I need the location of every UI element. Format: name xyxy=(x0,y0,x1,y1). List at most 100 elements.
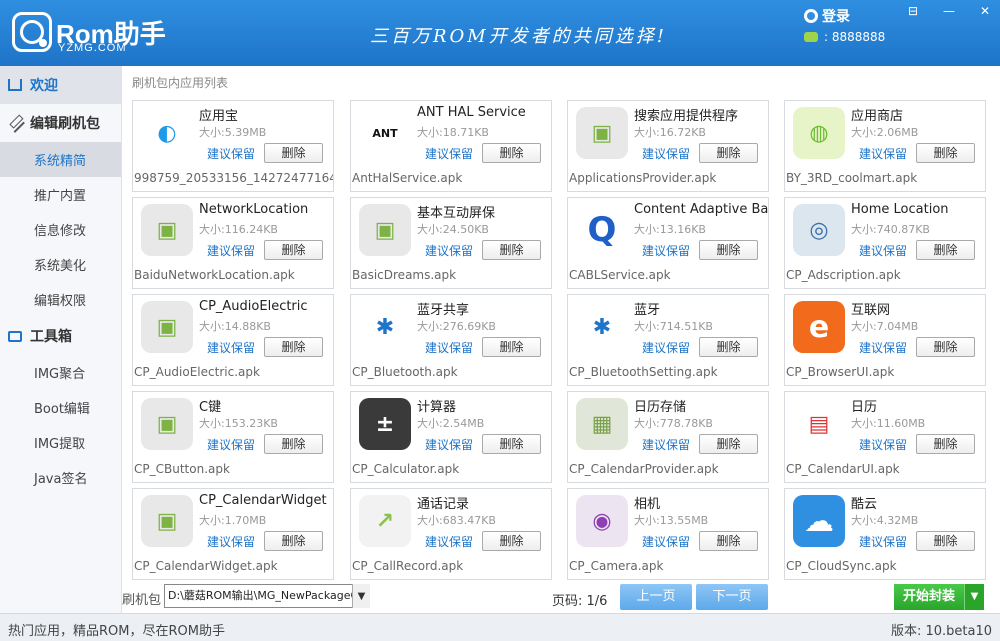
bluetooth-icon: ✱ xyxy=(359,301,411,353)
delete-button[interactable]: 删除 xyxy=(264,240,323,260)
minimize-icon[interactable]: — xyxy=(942,4,956,18)
app-name: 搜索应用提供程序 xyxy=(634,109,739,124)
app-name: CP_CalendarWidget xyxy=(199,493,327,508)
keep-suggestion-link[interactable]: 建议保留 xyxy=(207,242,255,259)
app-filename: BasicDreams.apk xyxy=(352,268,457,282)
keep-suggestion-link[interactable]: 建议保留 xyxy=(425,339,473,356)
delete-button[interactable]: 删除 xyxy=(482,434,541,454)
app-name: 相机 xyxy=(634,497,661,512)
keep-suggestion-link[interactable]: 建议保留 xyxy=(425,242,473,259)
nav-edit-group-label: 编辑刷机包 xyxy=(30,116,100,132)
delete-button[interactable]: 删除 xyxy=(699,143,758,163)
delete-button[interactable]: 删除 xyxy=(699,531,758,551)
keep-suggestion-link[interactable]: 建议保留 xyxy=(859,145,907,162)
window-controls: ⊟ — ✕ xyxy=(906,4,992,18)
keep-suggestion-link[interactable]: 建议保留 xyxy=(207,436,255,453)
skin-icon[interactable]: ⊟ xyxy=(906,4,920,18)
next-page-button[interactable]: 下一页 xyxy=(696,584,768,610)
sidebar-item-img-merge[interactable]: IMG聚合 xyxy=(0,355,121,390)
app-size: 大小:24.50KB xyxy=(417,223,489,236)
keep-suggestion-link[interactable]: 建议保留 xyxy=(425,533,473,550)
toolbox-icon xyxy=(8,330,22,342)
login-link[interactable]: 登录 xyxy=(804,6,850,26)
calculator-icon: ± xyxy=(359,398,411,450)
nav-welcome[interactable]: 欢迎 xyxy=(0,66,121,104)
keep-suggestion-link[interactable]: 建议保留 xyxy=(642,339,690,356)
status-bar: 热门应用，精品ROM，尽在ROM助手 版本: 10.beta10 xyxy=(0,613,1000,641)
start-package-button[interactable]: 开始封装 xyxy=(894,584,964,610)
app-card: Q Content Adaptive Backlight 大小:13.16KB 建议保… xyxy=(567,197,769,289)
delete-button[interactable]: 删除 xyxy=(916,143,975,163)
sidebar-item-img-extract[interactable]: IMG提取 xyxy=(0,425,121,460)
sidebar-item-info-edit[interactable]: 信息修改 xyxy=(0,212,121,247)
status-message: 热门应用，精品ROM，尽在ROM助手 xyxy=(8,624,225,639)
call-record-icon: ↗ xyxy=(359,495,411,547)
close-icon[interactable]: ✕ xyxy=(978,4,992,18)
delete-button[interactable]: 删除 xyxy=(916,531,975,551)
app-size: 大小:778.78KB xyxy=(634,417,713,430)
calendar-grid-icon: ▦ xyxy=(576,398,628,450)
app-size: 大小:2.06MB xyxy=(851,126,919,139)
app-name: 日历 xyxy=(851,400,878,415)
app-card: ANT ANT HAL Service 大小:18.71KB 建议保留 删除 AntHal… xyxy=(350,100,552,192)
start-dropdown-icon[interactable]: ▼ xyxy=(964,584,984,610)
bluetooth-icon: ✱ xyxy=(576,301,628,353)
app-size: 大小:153.23KB xyxy=(199,417,278,430)
app-name: 互联网 xyxy=(851,303,891,318)
home-icon xyxy=(8,79,22,91)
app-name: Home Location xyxy=(851,202,949,217)
sidebar-item-system-trim[interactable]: 系统精简 xyxy=(0,142,121,177)
app-filename: CP_Camera.apk xyxy=(569,559,664,573)
app-size: 大小:13.55MB xyxy=(634,514,709,527)
delete-button[interactable]: 删除 xyxy=(264,143,323,163)
keep-suggestion-link[interactable]: 建议保留 xyxy=(425,436,473,453)
prev-page-button[interactable]: 上一页 xyxy=(620,584,692,610)
app-card: ▣ CP_AudioElectric 大小:14.88KB 建议保留 删除 CP_Audi… xyxy=(132,294,334,386)
delete-button[interactable]: 删除 xyxy=(264,531,323,551)
nav-tools-group[interactable]: 工具箱 xyxy=(0,317,121,355)
app-card: ◉ 相机 大小:13.55MB 建议保留 删除 CP_Camera.apk xyxy=(567,488,769,580)
keep-suggestion-link[interactable]: 建议保留 xyxy=(859,339,907,356)
delete-button[interactable]: 删除 xyxy=(482,240,541,260)
keep-suggestion-link[interactable]: 建议保留 xyxy=(642,145,690,162)
sidebar-item-permissions[interactable]: 编辑权限 xyxy=(0,282,121,317)
delete-button[interactable]: 删除 xyxy=(916,337,975,357)
bottom-bar: 刷机包 D:\蘑菇ROM输出\MG_NewPackageOutput ▼ 页码:… xyxy=(122,580,1000,613)
keep-suggestion-link[interactable]: 建议保留 xyxy=(642,533,690,550)
delete-button[interactable]: 删除 xyxy=(916,434,975,454)
delete-button[interactable]: 删除 xyxy=(699,434,758,454)
delete-button[interactable]: 删除 xyxy=(699,337,758,357)
delete-button[interactable]: 删除 xyxy=(482,337,541,357)
app-size: 大小:740.87KB xyxy=(851,223,930,236)
sidebar-item-promo-builtin[interactable]: 推广内置 xyxy=(0,177,121,212)
app-card: ↗ 通话记录 大小:683.47KB 建议保留 删除 CP_CallRecord.apk xyxy=(350,488,552,580)
delete-button[interactable]: 删除 xyxy=(264,434,323,454)
app-card: ▤ 日历 大小:11.60MB 建议保留 删除 CP_CalendarUI.apk xyxy=(784,391,986,483)
app-size: 大小:4.32MB xyxy=(851,514,919,527)
nav-edit-group[interactable]: 编辑刷机包 xyxy=(0,104,121,142)
app-name: C键 xyxy=(199,400,222,415)
keep-suggestion-link[interactable]: 建议保留 xyxy=(859,533,907,550)
keep-suggestion-link[interactable]: 建议保留 xyxy=(859,436,907,453)
keep-suggestion-link[interactable]: 建议保留 xyxy=(642,436,690,453)
delete-button[interactable]: 删除 xyxy=(916,240,975,260)
delete-button[interactable]: 删除 xyxy=(482,143,541,163)
app-filename: ApplicationsProvider.apk xyxy=(569,171,717,185)
app-name: 蓝牙共享 xyxy=(417,303,470,318)
keep-suggestion-link[interactable]: 建议保留 xyxy=(642,242,690,259)
delete-button[interactable]: 删除 xyxy=(264,337,323,357)
keep-suggestion-link[interactable]: 建议保留 xyxy=(207,145,255,162)
keep-suggestion-link[interactable]: 建议保留 xyxy=(859,242,907,259)
sidebar-item-boot-edit[interactable]: Boot编辑 xyxy=(0,390,121,425)
package-path-select[interactable]: D:\蘑菇ROM输出\MG_NewPackageOutput xyxy=(164,584,370,608)
delete-button[interactable]: 删除 xyxy=(482,531,541,551)
sidebar-item-java-sign[interactable]: Java签名 xyxy=(0,460,121,495)
keep-suggestion-link[interactable]: 建议保留 xyxy=(425,145,473,162)
points-display: : 8888888 xyxy=(804,30,885,44)
keep-suggestion-link[interactable]: 建议保留 xyxy=(207,533,255,550)
pencil-icon xyxy=(5,113,25,133)
sidebar-item-beautify[interactable]: 系统美化 xyxy=(0,247,121,282)
keep-suggestion-link[interactable]: 建议保留 xyxy=(207,339,255,356)
chevron-down-icon[interactable]: ▼ xyxy=(352,584,370,608)
delete-button[interactable]: 删除 xyxy=(699,240,758,260)
